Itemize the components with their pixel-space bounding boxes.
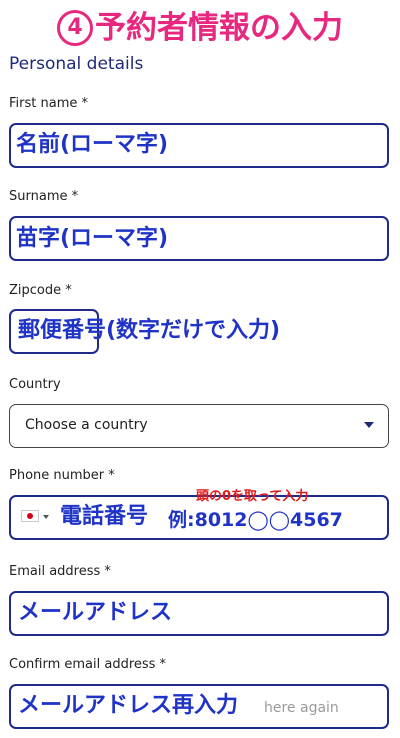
phone-label: Phone number * — [9, 468, 115, 483]
step-title-text: 予約者情報の入力 — [95, 10, 343, 46]
surname-label: Surname * — [9, 189, 79, 204]
email-input[interactable] — [9, 591, 389, 636]
zipcode-input[interactable] — [9, 309, 99, 354]
country-code-chevron-icon — [43, 515, 49, 519]
country-select[interactable]: Choose a country — [9, 404, 389, 448]
country-label: Country — [9, 377, 61, 392]
first-name-label: First name * — [9, 96, 88, 111]
phone-note: 頭の0を取って入力 — [196, 489, 309, 504]
confirm-email-label: Confirm email address * — [9, 657, 167, 672]
step-title: 4 予約者情報の入力 — [0, 8, 400, 48]
first-name-input[interactable] — [9, 123, 389, 168]
japan-flag-icon — [21, 510, 39, 522]
section-heading: Personal details — [9, 54, 144, 74]
surname-input[interactable] — [9, 216, 389, 261]
country-select-value: Choose a country — [25, 417, 148, 433]
confirm-email-placeholder: here again — [264, 700, 339, 716]
step-number-badge: 4 — [57, 10, 93, 46]
phone-example: 例:8012◯◯4567 — [168, 509, 343, 531]
chevron-down-icon — [364, 422, 374, 428]
email-label: Email address * — [9, 564, 111, 579]
zipcode-label: Zipcode * — [9, 283, 72, 298]
